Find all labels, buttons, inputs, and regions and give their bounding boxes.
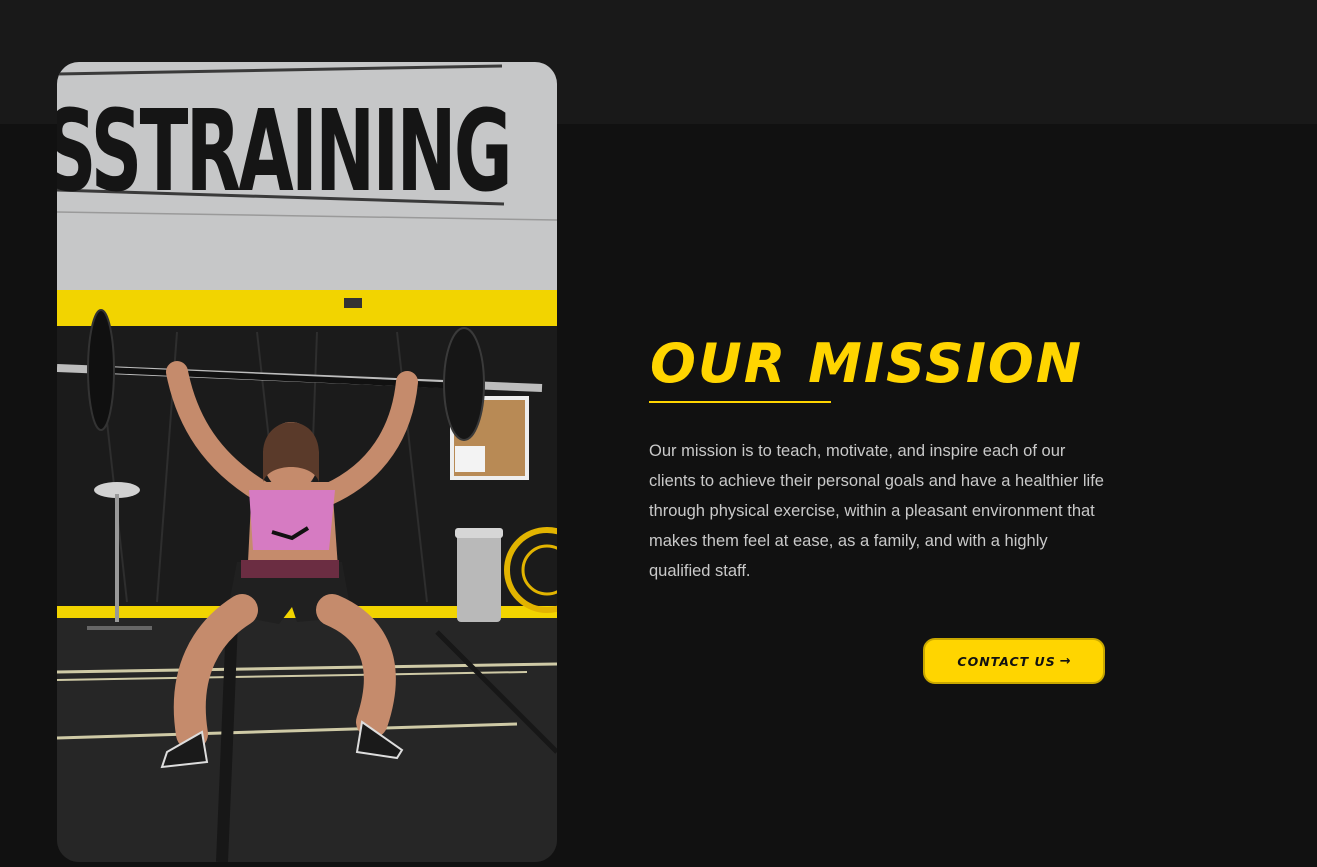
mission-photo: SSTRAINING: [57, 62, 557, 862]
wall-sign: SSTRAINING: [57, 87, 510, 217]
mission-title: OUR MISSION: [650, 332, 1084, 395]
mission-description: Our mission is to teach, motivate, and i…: [649, 442, 1104, 580]
title-underline: [649, 401, 831, 403]
weightlifter-illustration: SSTRAINING: [57, 62, 557, 862]
arrow-right-icon: →: [1059, 653, 1071, 669]
contact-us-label: CONTACT US: [957, 653, 1056, 669]
contact-us-button[interactable]: CONTACT US →: [923, 638, 1105, 684]
